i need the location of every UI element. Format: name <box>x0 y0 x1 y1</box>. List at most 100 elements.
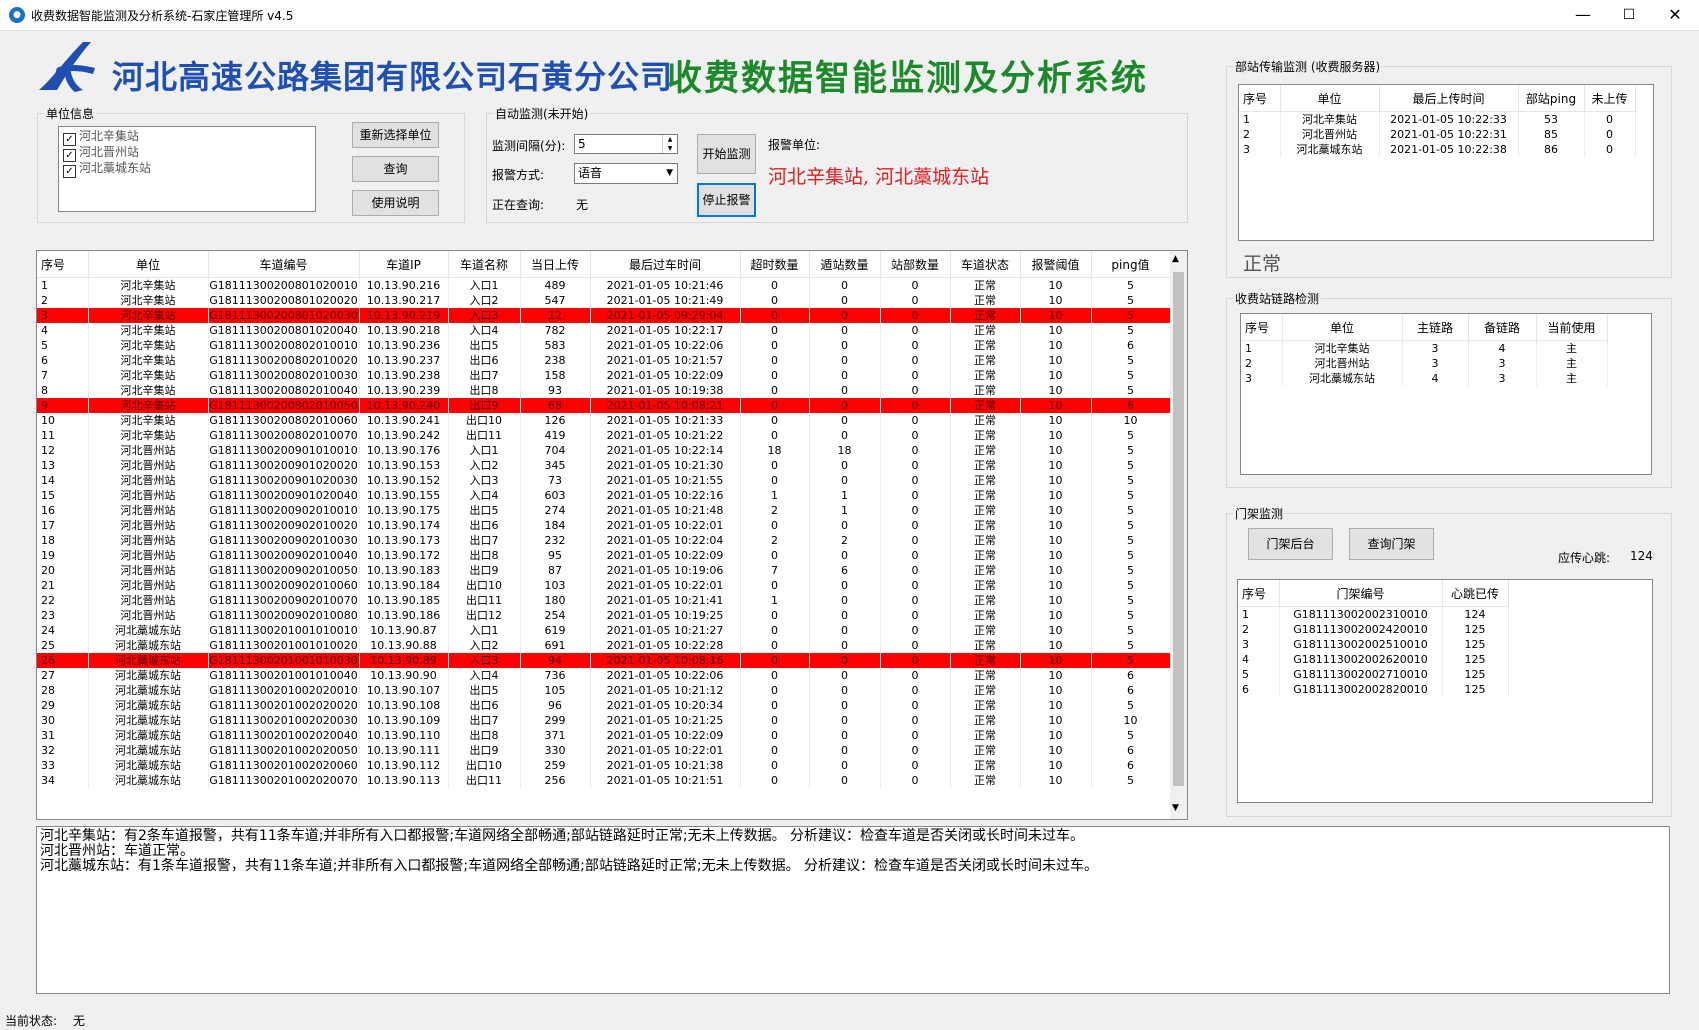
table-row[interactable]: 3 G181113002002510010 125 <box>1238 637 1509 652</box>
stop-alarm-button[interactable]: 停止报警 <box>697 183 756 217</box>
column-header[interactable]: 报警阈值 <box>1020 251 1092 278</box>
spinner-arrows-icon[interactable]: ▲ ▼ <box>662 135 677 153</box>
reselect-unit-button[interactable]: 重新选择单位 <box>352 122 439 148</box>
column-header[interactable]: 站部数量 <box>880 251 951 278</box>
start-monitor-button[interactable]: 开始监测 <box>697 134 756 174</box>
table-row[interactable]: 28 河北藁城东站 G18111300201002020010 10.13.90.10… <box>37 683 1171 698</box>
column-header[interactable]: 序号 <box>1241 314 1283 341</box>
column-header[interactable]: 车道IP <box>359 251 449 278</box>
column-header[interactable]: 主链路 <box>1402 314 1469 341</box>
table-row[interactable]: 18 河北晋州站 G18111300200902010030 10.13.90.173… <box>37 533 1171 548</box>
table-row[interactable]: 25 河北藁城东站 G18111300201001010020 10.13.90.88… <box>37 638 1171 653</box>
transmission-grid[interactable]: 序号 单位 最后上传时间 部站ping 未上传 1 河北辛集站 2021-01-05 10:… <box>1238 84 1654 241</box>
column-header[interactable]: 部站ping <box>1518 85 1585 112</box>
lane-grid-scrollbar[interactable]: ▲ ▼ <box>1170 251 1187 819</box>
column-header[interactable]: 超时数量 <box>740 251 810 278</box>
column-header[interactable]: ping值 <box>1091 251 1171 278</box>
table-row[interactable]: 11 河北辛集站 G18111300200802010070 10.13.90.242… <box>37 428 1171 443</box>
unit-checkbox-xinji[interactable]: ✓ 河北辛集站 <box>63 128 139 146</box>
table-row[interactable]: 4 G181113002002620010 125 <box>1238 652 1509 667</box>
table-row[interactable]: 3 河北藁城东站 2021-01-05 10:22:38 86 0 <box>1239 142 1636 157</box>
column-header[interactable]: 车道状态 <box>950 251 1021 278</box>
table-row[interactable]: 1 河北辛集站 G18111300200801020010 10.13.90.216 入… <box>37 277 1171 293</box>
column-header[interactable]: 备链路 <box>1468 314 1537 341</box>
table-row[interactable]: 24 河北藁城东站 G18111300201001010010 10.13.90.87… <box>37 623 1171 638</box>
gantry-backend-button[interactable]: 门架后台 <box>1248 528 1333 560</box>
table-row[interactable]: 5 G181113002002710010 125 <box>1238 667 1509 682</box>
table-cell: 0 <box>740 743 810 758</box>
table-row[interactable]: 32 河北藁城东站 G18111300201002020050 10.13.90.11… <box>37 743 1171 758</box>
column-header[interactable]: 当日上传 <box>520 251 591 278</box>
column-header[interactable]: 序号 <box>1239 85 1281 112</box>
table-row[interactable]: 5 河北辛集站 G18111300200802010010 10.13.90.236 出… <box>37 338 1171 353</box>
unit-checklist[interactable]: ✓ 河北辛集站 ✓ 河北晋州站 ✓ 河北藁城东站 <box>58 126 316 212</box>
column-header[interactable]: 车道名称 <box>448 251 521 278</box>
table-row[interactable]: 27 河北藁城东站 G18111300201001010040 10.13.90.90… <box>37 668 1171 683</box>
column-header[interactable]: 序号 <box>1238 580 1280 607</box>
transmission-legend: 部站传输监测 (收费服务器) <box>1235 60 1381 74</box>
table-row[interactable]: 2 河北晋州站 3 3 主 <box>1241 356 1608 371</box>
table-row[interactable]: 4 河北辛集站 G18111300200801020040 10.13.90.218 入… <box>37 323 1171 338</box>
scroll-thumb[interactable] <box>1173 272 1184 786</box>
table-row[interactable]: 21 河北晋州站 G18111300200902010060 10.13.90.184… <box>37 578 1171 593</box>
table-row[interactable]: 2 河北辛集站 G18111300200801020020 10.13.90.217 入… <box>37 293 1171 308</box>
table-row[interactable]: 2 G181113002002420010 125 <box>1238 622 1509 637</box>
minimize-button[interactable]: — <box>1560 0 1606 30</box>
column-header[interactable]: 当前使用 <box>1536 314 1608 341</box>
table-row[interactable]: 12 河北晋州站 G18111300200901010010 10.13.90.176… <box>37 443 1171 458</box>
column-header[interactable]: 车道编号 <box>208 251 360 278</box>
table-row[interactable]: 13 河北晋州站 G18111300200901020020 10.13.90.153… <box>37 458 1171 473</box>
table-row[interactable]: 10 河北辛集站 G18111300200802010060 10.13.90.241… <box>37 413 1171 428</box>
table-row[interactable]: 20 河北晋州站 G18111300200902010050 10.13.90.183… <box>37 563 1171 578</box>
unit-checkbox-jinzhou[interactable]: ✓ 河北晋州站 <box>63 144 139 162</box>
help-button[interactable]: 使用说明 <box>352 190 439 216</box>
table-row[interactable]: 19 河北晋州站 G18111300200902010040 10.13.90.172… <box>37 548 1171 563</box>
table-row[interactable]: 22 河北晋州站 G18111300200902010070 10.13.90.185… <box>37 593 1171 608</box>
table-row[interactable]: 8 河北辛集站 G18111300200802010040 10.13.90.239 出… <box>37 383 1171 398</box>
table-row[interactable]: 1 河北辛集站 2021-01-05 10:22:33 53 0 <box>1239 111 1636 127</box>
close-button[interactable]: ✕ <box>1652 0 1698 30</box>
table-row[interactable]: 1 G181113002002310010 124 <box>1238 606 1509 622</box>
table-row[interactable]: 26 河北藁城东站 G18111300201001010030 10.13.90.89… <box>37 653 1171 668</box>
alarm-mode-select[interactable]: 语音 ▼ <box>574 163 678 184</box>
column-header[interactable]: 单位 <box>1282 314 1403 341</box>
table-row[interactable]: 6 河北辛集站 G18111300200802010020 10.13.90.237 出… <box>37 353 1171 368</box>
column-header[interactable]: 心跳已传 <box>1442 580 1509 607</box>
scroll-down-icon[interactable]: ▼ <box>1172 803 1179 813</box>
table-row[interactable]: 29 河北藁城东站 G18111300201002020020 10.13.90.10… <box>37 698 1171 713</box>
table-row[interactable]: 16 河北晋州站 G18111300200902010010 10.13.90.175… <box>37 503 1171 518</box>
link-check-grid[interactable]: 序号 单位 主链路 备链路 当前使用 1 河北辛集站 3 4 主 2 河北晋州站 3 3 主 3 河北藁城东站… <box>1240 313 1652 475</box>
column-header[interactable]: 未上传 <box>1584 85 1636 112</box>
maximize-button[interactable]: ☐ <box>1606 0 1652 30</box>
column-header[interactable]: 单位 <box>1280 85 1380 112</box>
table-row[interactable]: 31 河北藁城东站 G18111300201002020040 10.13.90.11… <box>37 728 1171 743</box>
column-header[interactable]: 遁站数量 <box>809 251 881 278</box>
column-header[interactable]: 最后过车时间 <box>590 251 741 278</box>
table-row[interactable]: 6 G181113002002820010 125 <box>1238 682 1509 697</box>
column-header[interactable]: 门架编号 <box>1279 580 1443 607</box>
table-row[interactable]: 2 河北晋州站 2021-01-05 10:22:31 85 0 <box>1239 127 1636 142</box>
table-row[interactable]: 14 河北晋州站 G18111300200901020030 10.13.90.152… <box>37 473 1171 488</box>
table-row[interactable]: 3 河北藁城东站 4 3 主 <box>1241 371 1608 386</box>
scroll-up-icon[interactable]: ▲ <box>1172 254 1179 264</box>
analysis-textarea[interactable]: 河北辛集站：有2条车道报警，共有11条车道;并非所有入口都报警;车道网络全部畅通… <box>36 826 1670 994</box>
table-row[interactable]: 3 河北辛集站 G18111300200801020030 10.13.90.219 入… <box>37 308 1171 323</box>
table-row[interactable]: 30 河北藁城东站 G18111300201002020030 10.13.90.10… <box>37 713 1171 728</box>
interval-input[interactable]: 5 ▲ ▼ <box>574 134 678 154</box>
table-row[interactable]: 23 河北晋州站 G18111300200902010080 10.13.90.186… <box>37 608 1171 623</box>
column-header[interactable]: 最后上传时间 <box>1379 85 1519 112</box>
column-header[interactable]: 单位 <box>88 251 209 278</box>
query-gantry-button[interactable]: 查询门架 <box>1349 528 1434 560</box>
table-row[interactable]: 7 河北辛集站 G18111300200802010030 10.13.90.238 出… <box>37 368 1171 383</box>
table-row[interactable]: 34 河北藁城东站 G18111300201002020070 10.13.90.11… <box>37 773 1171 788</box>
query-button[interactable]: 查询 <box>352 156 439 182</box>
lane-grid[interactable]: 序号 单位 车道编号 车道IP 车道名称 当日上传 最后过车时间 超时数量 遁站数量 站部数量 车道… <box>36 250 1188 820</box>
table-row[interactable]: 1 河北辛集站 3 4 主 <box>1241 340 1608 356</box>
table-row[interactable]: 15 河北晋州站 G18111300200901020040 10.13.90.155… <box>37 488 1171 503</box>
column-header[interactable]: 序号 <box>37 251 89 278</box>
table-row[interactable]: 33 河北藁城东站 G18111300201002020060 10.13.90.11… <box>37 758 1171 773</box>
gantry-grid[interactable]: 序号 门架编号 心跳已传 1 G181113002002310010 124 2 G1811… <box>1237 579 1653 803</box>
table-row[interactable]: 9 河北辛集站 G18111300200802010050 10.13.90.240 出… <box>37 398 1171 413</box>
unit-checkbox-gaocheng[interactable]: ✓ 河北藁城东站 <box>63 160 151 178</box>
table-row[interactable]: 17 河北晋州站 G18111300200902010020 10.13.90.174… <box>37 518 1171 533</box>
